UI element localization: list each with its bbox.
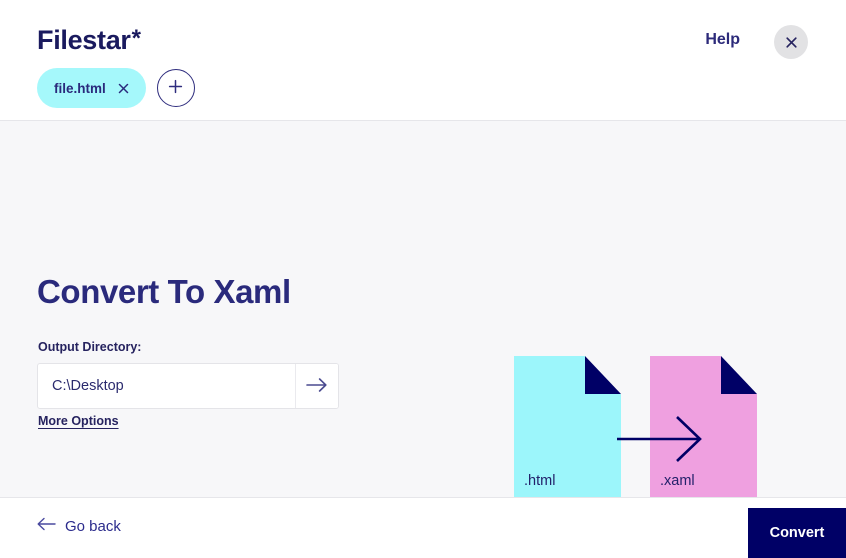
go-back-label: Go back xyxy=(65,517,121,535)
more-options-link[interactable]: More Options xyxy=(38,414,119,428)
arrow-right-icon xyxy=(615,416,711,467)
output-directory-label: Output Directory: xyxy=(38,340,142,354)
go-back-button[interactable]: Go back xyxy=(37,517,121,535)
brand-logo: Filestar* xyxy=(37,27,141,54)
output-directory-submit-button[interactable] xyxy=(295,364,338,408)
source-document-label: .html xyxy=(524,473,556,489)
close-icon[interactable] xyxy=(117,81,131,95)
convert-button[interactable]: Convert xyxy=(748,508,846,558)
output-directory-field xyxy=(37,363,339,409)
add-file-button[interactable] xyxy=(156,69,195,107)
app-window: Filestar* Help file.html Convert To Xaml… xyxy=(0,0,846,558)
plus-icon xyxy=(168,79,183,97)
page-title: Convert To Xaml xyxy=(37,273,291,310)
app-footer: Go back Convert xyxy=(0,497,846,558)
arrow-left-icon xyxy=(37,517,56,535)
file-tab-label: file.html xyxy=(54,80,106,96)
app-header: Filestar* Help file.html xyxy=(0,0,846,121)
brand-name: Filestar xyxy=(37,25,131,55)
conversion-arrow xyxy=(615,415,711,463)
help-link[interactable]: Help xyxy=(705,31,740,49)
conversion-illustration: .html .xaml xyxy=(505,349,775,509)
main-content: Convert To Xaml Output Directory: More O… xyxy=(0,121,846,501)
file-tab-chip[interactable]: file.html xyxy=(37,68,146,108)
output-directory-input[interactable] xyxy=(38,364,295,408)
close-window-button[interactable] xyxy=(774,25,808,59)
arrow-right-icon xyxy=(306,377,328,396)
close-icon xyxy=(785,36,798,49)
brand-asterisk: * xyxy=(131,25,141,52)
source-document-icon: .html xyxy=(514,356,621,501)
target-document-label: .xaml xyxy=(660,473,695,489)
file-tabs: file.html xyxy=(37,68,195,108)
